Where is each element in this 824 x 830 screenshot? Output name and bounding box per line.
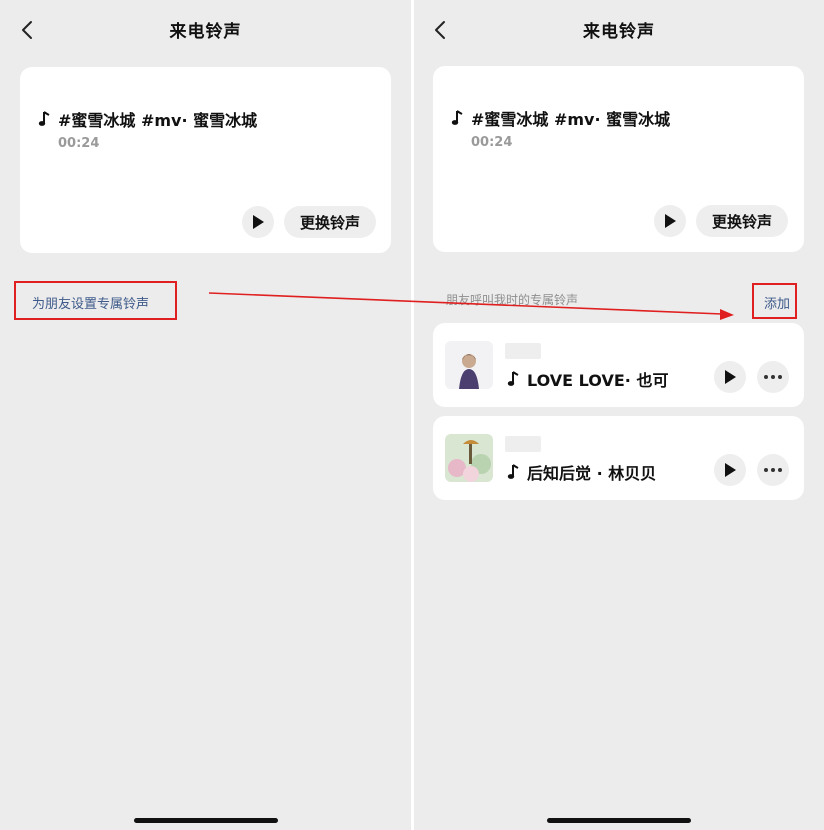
friend-ringtones-section-label: 朋友呼叫我时的专属铃声 bbox=[446, 293, 579, 307]
ringtone-duration: 00:24 bbox=[58, 136, 100, 151]
play-icon bbox=[665, 214, 676, 228]
ringtone-song: #蜜雪冰城 #mv· 蜜雪冰城 bbox=[38, 107, 257, 131]
friend-ringtone-title: LOVE LOVE· 也可 bbox=[527, 371, 669, 390]
play-button[interactable] bbox=[714, 361, 746, 393]
current-ringtone-card: #蜜雪冰城 #mv· 蜜雪冰城 00:24 更换铃声 bbox=[433, 66, 804, 252]
friend-ringtone-song: LOVE LOVE· 也可 bbox=[507, 367, 668, 391]
friend-ringtone-song: 后知后觉 · 林贝贝 bbox=[507, 460, 656, 484]
ringtone-song: #蜜雪冰城 #mv· 蜜雪冰城 bbox=[451, 106, 670, 130]
more-button[interactable] bbox=[757, 361, 789, 393]
contact-avatar bbox=[445, 434, 493, 482]
more-icon bbox=[764, 468, 768, 472]
page-title: 来电铃声 bbox=[169, 22, 242, 42]
page-title: 来电铃声 bbox=[583, 22, 655, 42]
change-ringtone-button[interactable]: 更换铃声 bbox=[696, 205, 788, 237]
left-screen: 来电铃声 #蜜雪冰城 #mv· 蜜雪冰城 00:24 更换铃声 为朋友设置专属铃… bbox=[0, 0, 411, 830]
ringtone-song-title: #蜜雪冰城 #mv· 蜜雪冰城 bbox=[471, 110, 671, 129]
music-note-icon bbox=[451, 110, 463, 125]
ringtone-song-title: #蜜雪冰城 #mv· 蜜雪冰城 bbox=[58, 111, 258, 130]
contact-name-redacted bbox=[505, 436, 541, 452]
annotation-box-left bbox=[14, 281, 177, 320]
play-icon bbox=[725, 463, 736, 477]
friend-ringtone-title: 后知后觉 · 林贝贝 bbox=[527, 464, 657, 483]
music-note-icon bbox=[507, 464, 519, 479]
more-button[interactable] bbox=[757, 454, 789, 486]
music-note-icon bbox=[38, 111, 50, 126]
music-note-icon bbox=[507, 371, 519, 386]
annotation-box-right bbox=[752, 283, 797, 319]
home-indicator bbox=[547, 818, 691, 823]
more-icon bbox=[764, 375, 768, 379]
right-screen: 来电铃声 #蜜雪冰城 #mv· 蜜雪冰城 00:24 更换铃声 朋友呼叫我时的专… bbox=[414, 0, 824, 830]
play-button[interactable] bbox=[242, 206, 274, 238]
list-item[interactable]: 后知后觉 · 林贝贝 bbox=[433, 416, 804, 500]
contact-avatar bbox=[445, 341, 493, 389]
play-icon bbox=[725, 370, 736, 384]
home-indicator bbox=[134, 818, 278, 823]
contact-name-redacted bbox=[505, 343, 541, 359]
play-button[interactable] bbox=[654, 205, 686, 237]
change-ringtone-button[interactable]: 更换铃声 bbox=[284, 206, 376, 238]
list-item[interactable]: LOVE LOVE· 也可 bbox=[433, 323, 804, 407]
play-button[interactable] bbox=[714, 454, 746, 486]
ringtone-duration: 00:24 bbox=[471, 135, 513, 150]
play-icon bbox=[253, 215, 264, 229]
current-ringtone-card: #蜜雪冰城 #mv· 蜜雪冰城 00:24 更换铃声 bbox=[20, 67, 391, 253]
